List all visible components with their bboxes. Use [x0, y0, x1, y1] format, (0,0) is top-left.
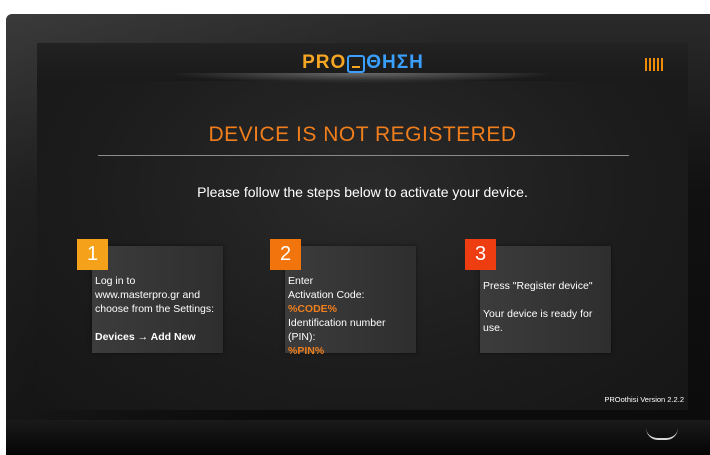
tv-screen: PRO ΘΗΣΗ DEVICE IS NOT REGISTERED Please…: [37, 43, 688, 410]
step-3-text: Press "Register device" Your device is r…: [483, 279, 609, 335]
brand-part1: PRO: [302, 52, 347, 73]
step-number-1: 1: [77, 239, 108, 270]
step-2-pin-label: Identification number (PIN):: [288, 317, 386, 343]
step-1-text: Log in to www.masterpro.gr and choose fr…: [95, 274, 221, 344]
step-card-1: 1 Log in to www.masterpro.gr and choose …: [77, 239, 223, 353]
step-2-enter: Enter: [288, 275, 314, 287]
step-2-code-label: Activation Code:: [288, 289, 365, 301]
step-2-text: Enter Activation Code: %CODE% Identifica…: [288, 274, 414, 358]
step-1-line2: Devices → Add New: [95, 331, 196, 343]
instructions-subtitle: Please follow the steps below to activat…: [197, 184, 528, 200]
title-divider: [98, 155, 629, 156]
version-label: PROothisi Version 2.2.2: [604, 395, 684, 404]
brand-mark-icon: [347, 55, 366, 73]
pin-value: %PIN%: [288, 345, 325, 357]
step-number-3: 3: [465, 239, 496, 270]
brand-logo: PRO ΘΗΣΗ: [287, 51, 439, 75]
step-3-line2: Your device is ready for use.: [483, 308, 593, 334]
step-card-2: 2 Enter Activation Code: %CODE% Identifi…: [270, 239, 416, 357]
activation-code-value: %CODE%: [288, 303, 338, 315]
step-number-2: 2: [270, 239, 301, 270]
step-3-line1: Press "Register device": [483, 280, 593, 292]
step-1-line1: Log in to www.masterpro.gr and choose fr…: [95, 275, 215, 315]
tv-stand-bar: [6, 420, 710, 455]
signal-bars-icon: [645, 58, 665, 71]
brand-part2: ΘΗΣΗ: [366, 52, 424, 73]
step-card-3: 3 Press "Register device" Your device is…: [465, 239, 611, 353]
page-title: DEVICE IS NOT REGISTERED: [208, 123, 517, 146]
